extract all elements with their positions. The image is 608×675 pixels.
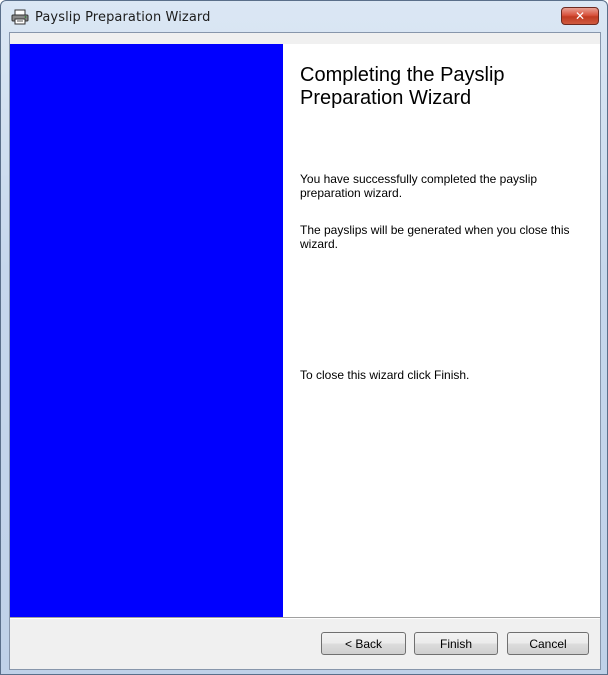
cancel-button[interactable]: Cancel	[507, 632, 589, 655]
wizard-window: Payslip Preparation Wizard ✕ Completing …	[0, 0, 608, 675]
close-button[interactable]: ✕	[561, 7, 599, 25]
title-bar[interactable]: Payslip Preparation Wizard ✕	[1, 1, 607, 33]
back-button[interactable]: < Back	[321, 632, 406, 655]
page-heading: Completing the Payslip Preparation Wizar…	[300, 64, 505, 109]
wizard-client-area: Completing the Payslip Preparation Wizar…	[9, 32, 601, 670]
completion-message: You have successfully completed the pays…	[300, 172, 538, 200]
printer-icon	[11, 9, 29, 25]
wizard-content-panel: Completing the Payslip Preparation Wizar…	[283, 44, 600, 617]
wizard-side-banner	[10, 44, 283, 617]
button-separator	[10, 617, 600, 619]
finish-button[interactable]: Finish	[414, 632, 498, 655]
finish-instruction: To close this wizard click Finish.	[300, 368, 470, 382]
generation-message: The payslips will be generated when you …	[300, 223, 570, 251]
close-icon: ✕	[574, 9, 586, 23]
window-title: Payslip Preparation Wizard	[35, 10, 211, 25]
